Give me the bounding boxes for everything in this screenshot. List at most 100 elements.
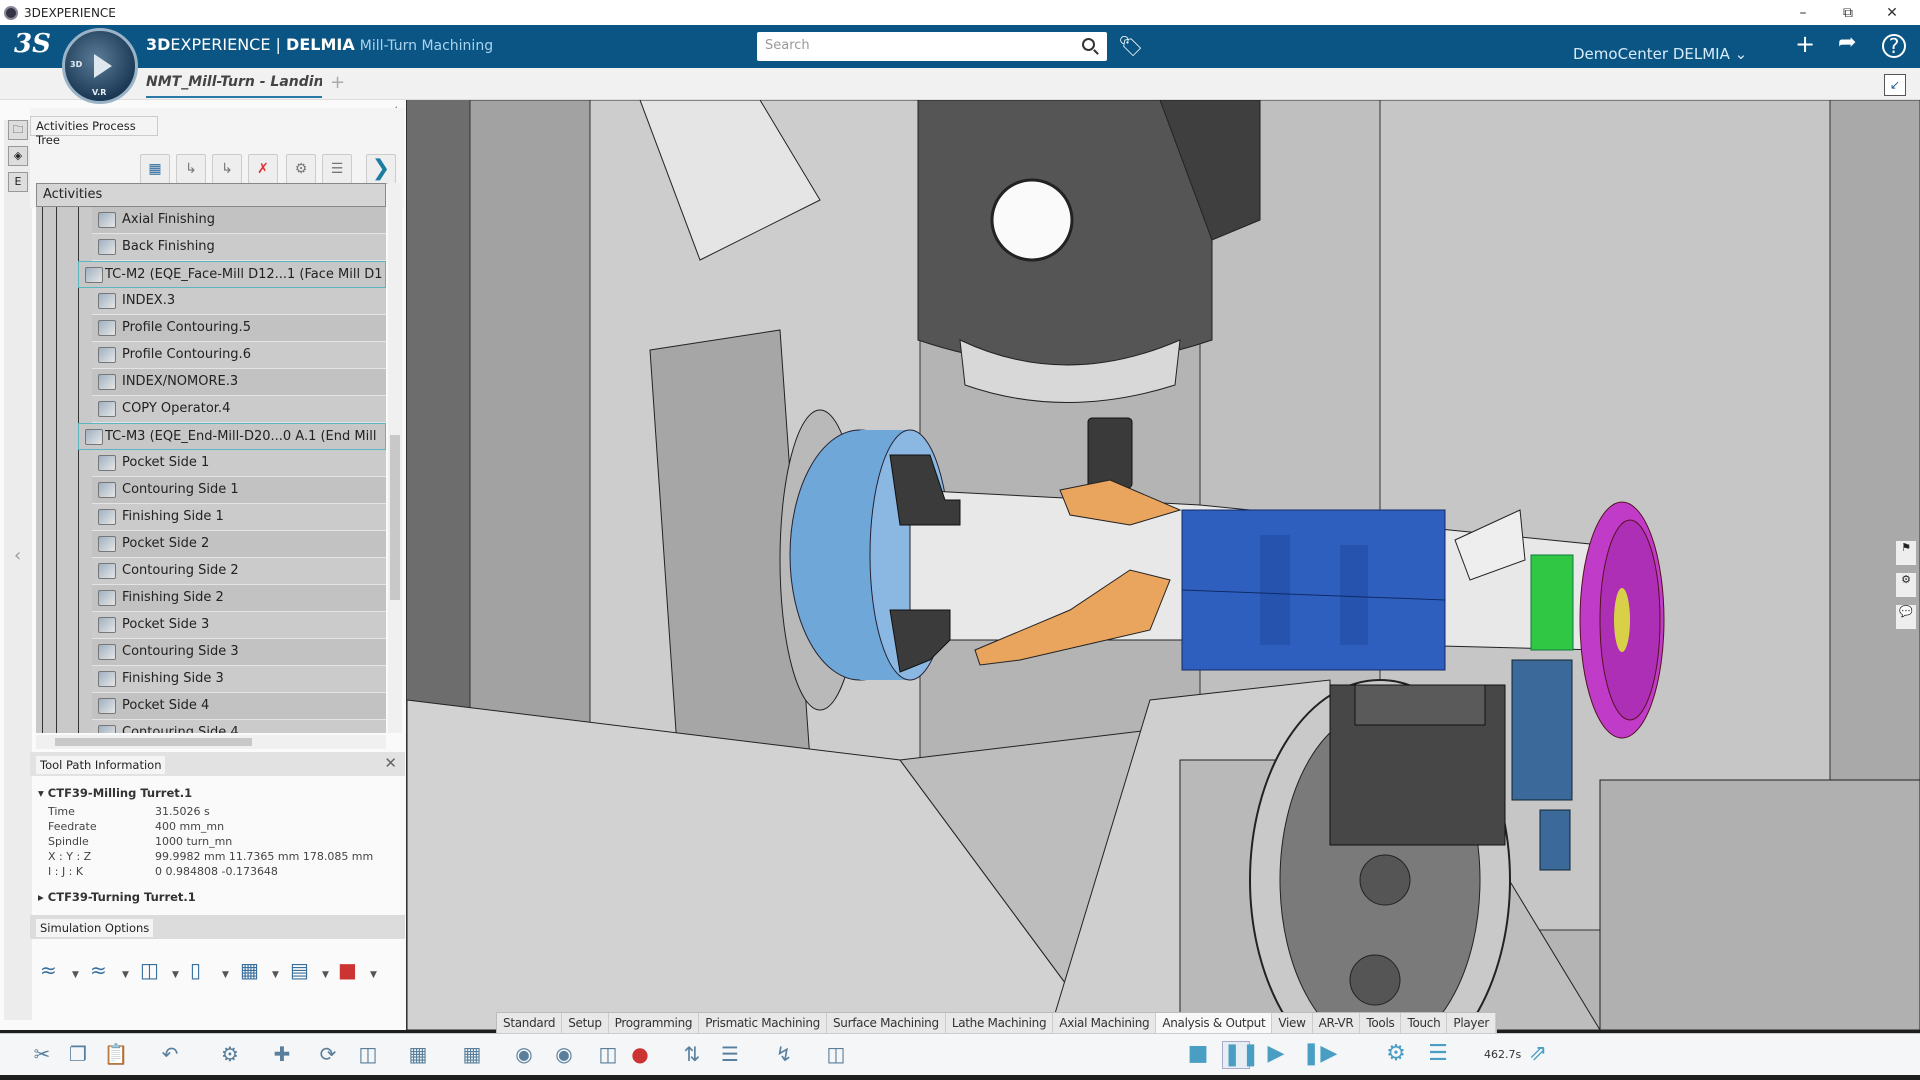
tree-row[interactable]: Finishing Side 2 [92, 585, 386, 612]
tree-root[interactable]: Activities [36, 183, 386, 207]
tree-group-row[interactable]: TC-M3 (EQE_End-Mill-D20...0 A.1 (End Mil… [78, 423, 386, 450]
tab-setup[interactable]: Setup [562, 1013, 609, 1033]
tree-row[interactable]: Back Finishing [92, 234, 386, 261]
search-input[interactable]: Search [757, 32, 1107, 61]
help-icon[interactable]: ? [1882, 34, 1906, 58]
share-icon[interactable]: ➦ [1838, 30, 1856, 55]
process-tree-icon[interactable]: ▦ [140, 154, 170, 184]
tab-surface-machining[interactable]: Surface Machining [827, 1013, 946, 1033]
tree-row[interactable]: Finishing Side 3 [92, 666, 386, 693]
tab-tools[interactable]: Tools [1360, 1013, 1402, 1033]
list-icon[interactable]: ☰ [716, 1042, 744, 1068]
tab-touch[interactable]: Touch [1401, 1013, 1448, 1033]
collapse-icon[interactable]: ↙ [1884, 74, 1906, 96]
tree-row[interactable]: Profile Contouring.6 [92, 342, 386, 369]
tree-hscroll-thumb[interactable] [55, 738, 252, 746]
pause-button[interactable]: ❚❚ [1222, 1041, 1260, 1069]
compass-label-vr[interactable]: V.R [92, 88, 106, 97]
tab-lathe-machining[interactable]: Lathe Machining [946, 1013, 1054, 1033]
axis-icon[interactable]: ✚ [268, 1042, 296, 1068]
add-icon[interactable]: + [1795, 30, 1815, 58]
tool-visibility-icon[interactable]: ▯ [190, 958, 216, 986]
analysis-icon[interactable]: ■ [338, 958, 364, 986]
program-icon[interactable]: ◫ [354, 1042, 382, 1068]
tree-icon[interactable]: E [8, 172, 28, 192]
tree-row[interactable]: COPY Operator.4 [92, 396, 386, 423]
tree-row[interactable]: INDEX/NOMORE.3 [92, 369, 386, 396]
chevron-right-icon[interactable]: ❯ [366, 154, 396, 184]
restore-button[interactable]: ⧉ [1826, 0, 1870, 25]
stop-button[interactable]: ■ [1184, 1041, 1212, 1069]
cut-icon[interactable]: ✂ [28, 1042, 56, 1068]
replay-operation-icon[interactable]: ↳ [212, 154, 242, 184]
compass-widget[interactable]: 3D V.R [62, 28, 138, 104]
tree-row[interactable]: Finishing Side 1 [92, 504, 386, 531]
toolpath-display-icon[interactable]: ≈ [40, 958, 66, 986]
tab-analysis-output[interactable]: Analysis & Output [1156, 1013, 1273, 1033]
compass-label-3d[interactable]: 3D [70, 60, 82, 69]
stock-icon[interactable]: ◫ [594, 1042, 622, 1068]
play-operation-icon[interactable]: ↳ [176, 154, 206, 184]
tab-standard[interactable]: Standard [497, 1013, 563, 1033]
tab-view[interactable]: View [1272, 1013, 1313, 1033]
tree-row[interactable]: Profile Contouring.5 [92, 315, 386, 342]
tree-row[interactable]: INDEX.3 [92, 288, 386, 315]
info-table-icon[interactable]: ▤ [290, 958, 316, 986]
copy-icon[interactable]: ❐ [64, 1042, 92, 1068]
side-tool-1-icon[interactable]: ⚑ [1895, 540, 1917, 566]
machine-simulate-icon[interactable]: ⚙ [286, 154, 316, 184]
settings-icon[interactable]: ⚙ [1382, 1041, 1410, 1069]
folder-icon[interactable]: 🗀 [8, 120, 28, 140]
delete-toolpath-icon[interactable]: ✗ [248, 154, 278, 184]
tab-player[interactable]: Player [1447, 1013, 1496, 1033]
layers-icon[interactable]: ◈ [8, 146, 28, 166]
tab-prismatic-machining[interactable]: Prismatic Machining [699, 1013, 827, 1033]
turning-turret-section[interactable]: ▸ CTF39-Turning Turret.1 [38, 890, 196, 904]
tree-row[interactable]: Contouring Side 4 [92, 720, 386, 733]
tool-icon[interactable]: ◉ [510, 1042, 538, 1068]
paste-icon[interactable]: 📋 [102, 1042, 130, 1068]
side-tool-2-icon[interactable]: ⚙ [1895, 572, 1917, 598]
search-icon[interactable] [1082, 38, 1095, 51]
tree-row[interactable]: Pocket Side 4 [92, 693, 386, 720]
close-button[interactable]: ✕ [1870, 0, 1914, 25]
tab-ar-vr[interactable]: AR-VR [1313, 1013, 1361, 1033]
comment-icon[interactable]: 💬 [1895, 604, 1917, 630]
add-tab-button[interactable]: + [330, 72, 345, 93]
play-button[interactable]: ▶ [1262, 1041, 1290, 1069]
stock-icon[interactable]: ☰ [322, 154, 352, 184]
milling-turret-section[interactable]: ▾ CTF39-Milling Turret.1 [38, 786, 192, 800]
machine-icon[interactable]: ⚙ [216, 1042, 244, 1068]
tree-row[interactable]: Contouring Side 1 [92, 477, 386, 504]
tree-row[interactable]: Pocket Side 2 [92, 531, 386, 558]
ds-logo-icon[interactable]: 3S [14, 29, 51, 59]
tool-change-icon[interactable]: ⇅ [678, 1042, 706, 1068]
3d-viewport[interactable]: ⚑ ⚙ 💬 [407, 100, 1920, 1030]
expand-panel-icon[interactable]: ‹ [14, 545, 21, 566]
path-icon[interactable]: ↯ [770, 1042, 798, 1068]
export-icon[interactable]: ◫ [822, 1042, 850, 1068]
operation-icon[interactable]: ▦ [458, 1042, 486, 1068]
setup-icon[interactable]: ▦ [404, 1042, 432, 1068]
export-video-icon[interactable]: ⇗ [1524, 1041, 1552, 1069]
tree-scroll-thumb[interactable] [390, 435, 400, 600]
tree-row[interactable]: Contouring Side 2 [92, 558, 386, 585]
tree-group-row[interactable]: TC-M2 (EQE_Face-Mill D12...1 (Face Mill … [78, 261, 386, 288]
toolpath-visibility-icon[interactable]: ≈ [90, 958, 116, 986]
points-display-icon[interactable]: ▦ [240, 958, 266, 986]
part-visibility-icon[interactable]: ◫ [140, 958, 166, 986]
tab-axial-machining[interactable]: Axial Machining [1053, 1013, 1157, 1033]
tree-row[interactable]: Axial Finishing [92, 207, 386, 234]
tree-row[interactable]: Pocket Side 1 [92, 450, 386, 477]
tree-row[interactable]: Contouring Side 3 [92, 639, 386, 666]
tab-document[interactable]: NMT_Mill-Turn - Landing G [146, 74, 322, 98]
minimize-button[interactable]: – [1781, 0, 1825, 25]
analysis-icon[interactable]: ● [626, 1042, 654, 1068]
robot-icon[interactable]: ◉ [550, 1042, 578, 1068]
tag-icon[interactable]: 🏷 [1118, 34, 1143, 58]
list-view-icon[interactable]: ☰ [1424, 1041, 1452, 1069]
rotate-icon[interactable]: ⟳ [314, 1042, 342, 1068]
step-forward-button[interactable]: ❚▶ [1302, 1041, 1337, 1069]
undo-icon[interactable]: ↶ [156, 1042, 184, 1068]
close-icon[interactable]: ✕ [384, 754, 397, 772]
